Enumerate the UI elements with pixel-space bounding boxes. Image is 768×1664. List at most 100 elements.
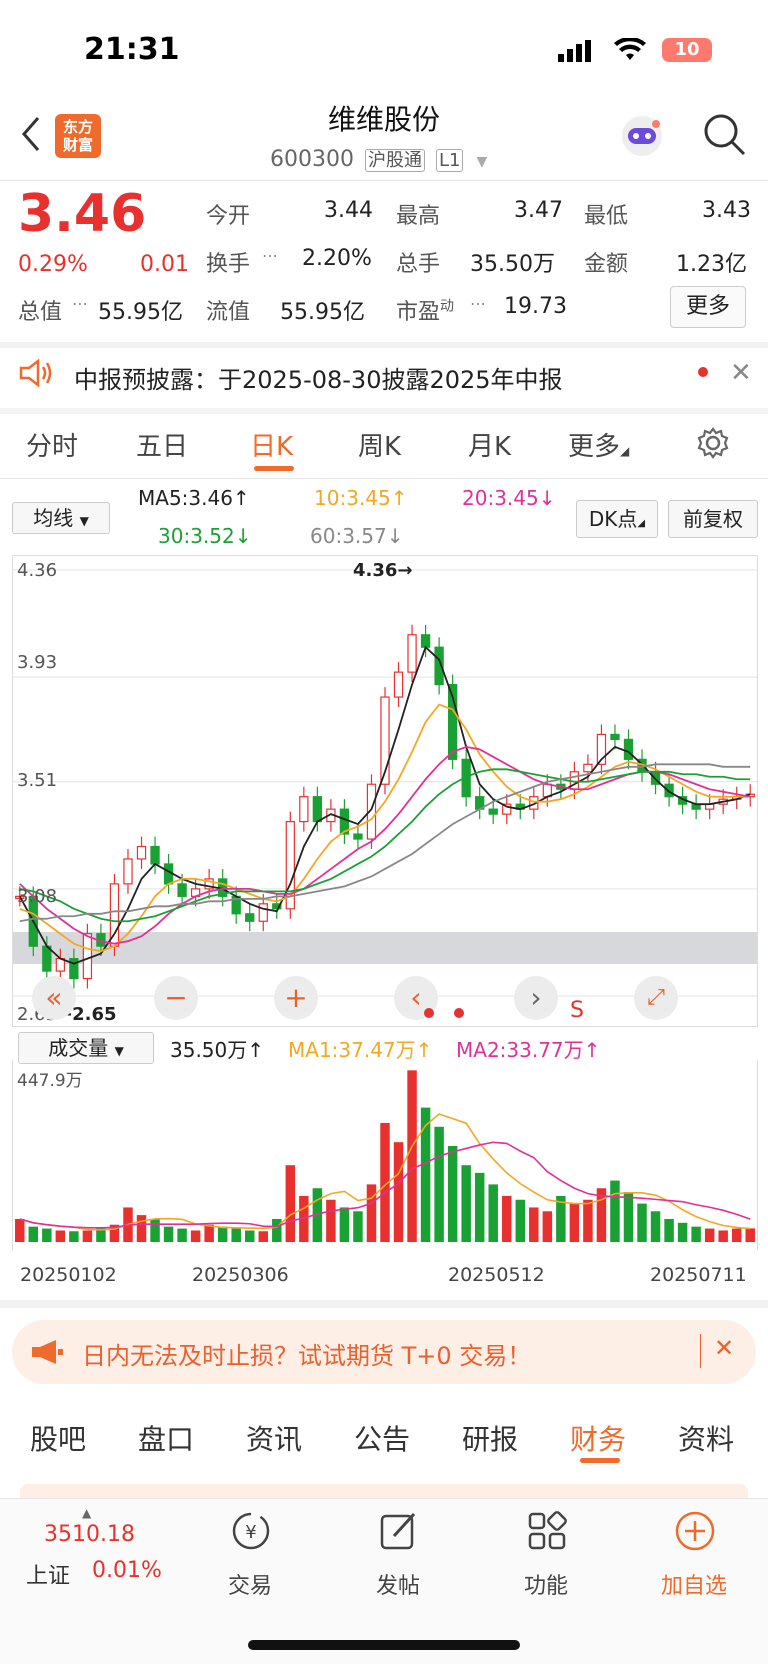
volume-chart[interactable]: 447.9万 [12, 1060, 758, 1250]
divider [0, 478, 768, 479]
volume-bar [569, 1203, 580, 1242]
tab-daily-k[interactable]: 日K [250, 426, 293, 463]
index-value[interactable]: 3510.18 [44, 1522, 135, 1547]
sell-signal-marker: S [570, 998, 584, 1023]
volume-bar [190, 1230, 201, 1242]
volume-bar [664, 1218, 674, 1242]
tab-order-book[interactable]: 盘口 [138, 1418, 194, 1458]
dk-point-button[interactable]: DK点◢ [576, 500, 658, 538]
volume-bar [623, 1192, 634, 1242]
nav-add-watchlist[interactable]: 加自选 [644, 1568, 744, 1600]
gear-icon[interactable] [696, 426, 730, 464]
divider [0, 408, 768, 414]
tab-weekly-k[interactable]: 周K [358, 426, 401, 463]
tab-announcements[interactable]: 公告 [354, 1418, 410, 1458]
close-icon[interactable]: ✕ [714, 1334, 734, 1362]
candle-body [488, 808, 498, 815]
candle-body [664, 783, 674, 798]
trade-icon[interactable]: ¥ [230, 1510, 272, 1556]
ma60-value: 60:3.57↓ [310, 524, 404, 548]
add-watchlist-icon[interactable] [674, 1510, 716, 1556]
tab-monthly-k[interactable]: 月K [468, 426, 511, 463]
volume-bar [163, 1226, 174, 1242]
nav-trade[interactable]: 交易 [200, 1568, 300, 1600]
volume-current: 35.50万↑ [170, 1038, 265, 1062]
tab-guba[interactable]: 股吧 [30, 1418, 86, 1458]
info-icon[interactable]: ⋯ [72, 294, 88, 313]
candle-body [258, 903, 268, 922]
ma20-value: 20:3.45↓ [462, 486, 556, 510]
tag-connect: 沪股通 [364, 149, 425, 172]
info-icon[interactable]: ⋯ [262, 246, 278, 265]
banner-text: 日内无法及时止损？试试期货 T+0 交易！ [82, 1342, 532, 1370]
y-label-3: 3.51 [17, 770, 58, 791]
search-icon[interactable] [702, 112, 746, 160]
stat-turnover-value: 2.20% [302, 246, 372, 271]
date-label-4: 20250711 [650, 1264, 747, 1286]
max-price-marker: 4.36→ [353, 560, 413, 581]
stat-high-label: 最高 [396, 204, 441, 229]
candle-body [353, 833, 363, 840]
notice-text[interactable]: 中报预披露：于2025-08-30披露2025年中报 [74, 360, 563, 395]
index-name[interactable]: 上证 [26, 1558, 70, 1590]
signal-dot [454, 1008, 464, 1018]
robot-avatar-icon[interactable] [618, 112, 666, 164]
ma30-value: 30:3.52↓ [158, 524, 252, 548]
stat-amount-value: 1.23亿 [676, 252, 747, 277]
zoom-in-icon[interactable]: + [274, 976, 318, 1020]
promo-banner[interactable]: 日内无法及时止损？试试期货 T+0 交易！ ✕ [12, 1320, 756, 1384]
apps-icon[interactable] [526, 1510, 568, 1556]
scroll-right-icon[interactable]: › [514, 976, 558, 1020]
volume-max-label: 447.9万 [17, 1071, 83, 1091]
candle-body [123, 858, 133, 885]
volume-ma1: MA1:37.47万↑ [288, 1038, 433, 1062]
y-label-4: 3.08 [17, 886, 58, 907]
stock-name: 维维股份 [327, 103, 440, 136]
tab-intraday[interactable]: 分时 [26, 426, 78, 463]
date-label-3: 20250512 [448, 1264, 545, 1286]
candle-body [312, 796, 323, 823]
zoom-out-icon[interactable]: − [154, 976, 198, 1020]
more-button[interactable]: 更多 [670, 286, 746, 328]
app-logo: 东方 财富 [55, 114, 101, 158]
nav-functions[interactable]: 功能 [496, 1568, 596, 1600]
volume-bar [637, 1203, 647, 1242]
close-icon[interactable]: ✕ [730, 358, 752, 388]
total-value: 55.95亿 [98, 300, 183, 325]
ma-selector[interactable]: 均线 ▼ [12, 502, 110, 534]
tab-research[interactable]: 研报 [462, 1418, 518, 1458]
post-icon[interactable] [378, 1510, 420, 1556]
index-change[interactable]: 0.01% [92, 1558, 162, 1583]
caret-up-icon: ▲ [82, 1506, 92, 1520]
scroll-left-fast-icon[interactable]: « [32, 976, 76, 1020]
volume-bar [488, 1184, 498, 1242]
tab-profile[interactable]: 资料 [678, 1418, 734, 1458]
volume-bar [136, 1215, 147, 1242]
tab-five-day[interactable]: 五日 [136, 426, 188, 463]
total-value-label: 总值 [18, 300, 63, 325]
stat-open-label: 今开 [206, 204, 251, 229]
stock-code-row[interactable]: 600300 沪股通 L1 ▼ [270, 146, 487, 172]
volume-bar [529, 1207, 539, 1242]
home-indicator[interactable] [248, 1640, 520, 1650]
volume-bar [285, 1165, 296, 1242]
volume-bar [718, 1230, 728, 1242]
info-icon[interactable]: ⋯ [470, 294, 486, 313]
volume-bar [366, 1184, 377, 1242]
candle-body [150, 845, 160, 865]
active-tab-indicator [254, 466, 294, 471]
kline-chart[interactable]: 4.36 3.93 3.51 3.08 2.65 4.36→ ←2.65 [12, 555, 758, 1027]
volume-bar [583, 1199, 593, 1242]
stat-volume-label: 总手 [396, 252, 441, 277]
volume-bar [704, 1228, 715, 1242]
back-icon[interactable] [18, 114, 42, 158]
tab-finance[interactable]: 财务 [570, 1418, 626, 1458]
volume-bar [691, 1226, 701, 1242]
adjust-button[interactable]: 前复权 [668, 500, 758, 538]
volume-bar [610, 1180, 620, 1242]
tab-more[interactable]: 更多◢ [568, 426, 629, 463]
nav-post[interactable]: 发帖 [348, 1568, 448, 1600]
fullscreen-icon[interactable]: ⤢ [634, 976, 678, 1020]
stat-pe-label: 市盈动 [396, 298, 455, 325]
tab-news[interactable]: 资讯 [246, 1418, 302, 1458]
